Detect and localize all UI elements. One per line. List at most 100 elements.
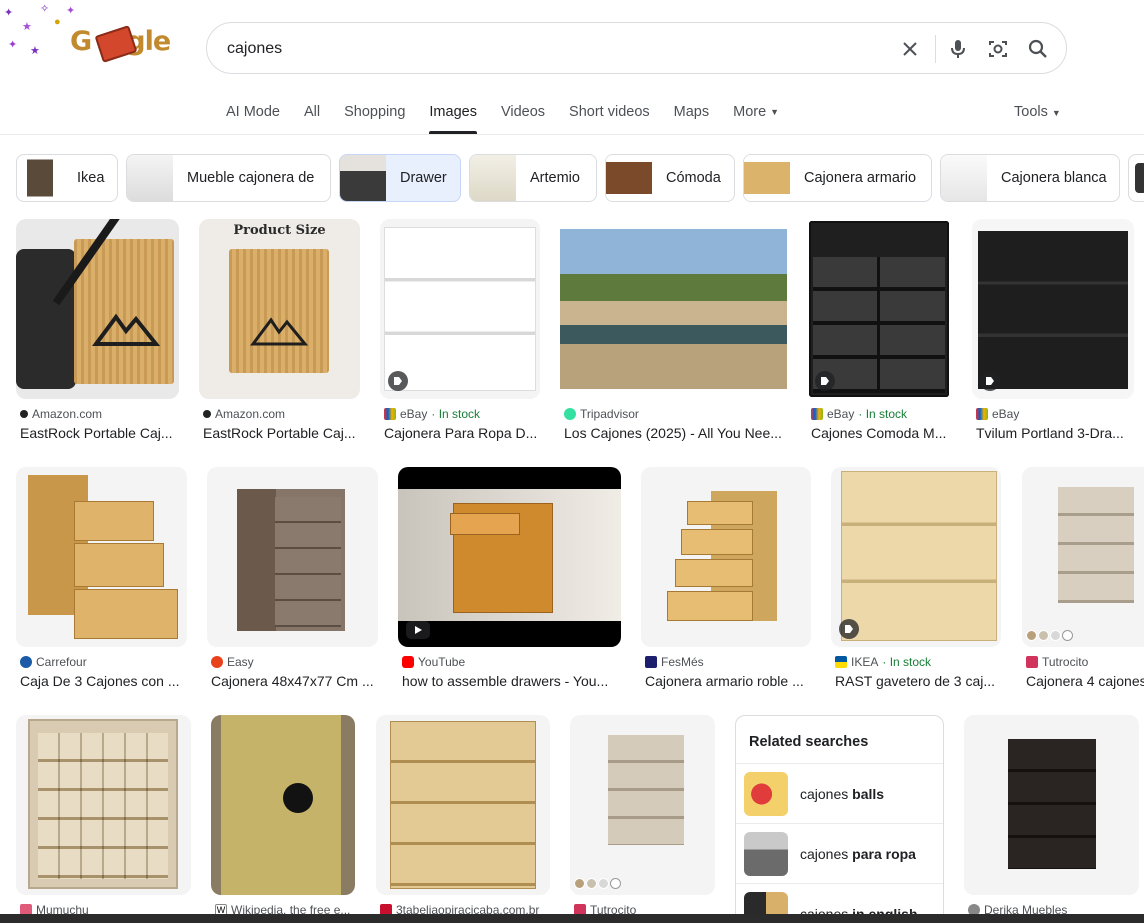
tab-all[interactable]: All <box>304 100 320 134</box>
chip-thumbnail <box>744 155 790 201</box>
swatch <box>1038 630 1049 641</box>
result-source[interactable]: eBay · In stock <box>811 407 907 421</box>
result-image[interactable]: Product Size <box>199 219 360 399</box>
result-title[interactable]: Caja De 3 Cajones con ... <box>20 673 182 689</box>
search-input[interactable] <box>227 37 827 61</box>
google-doodle-logo[interactable]: ✦ ★ ✧ ✦ ● ★ ✦ Google <box>0 0 171 70</box>
result-image[interactable] <box>641 467 811 647</box>
cajonera-shape <box>608 735 684 845</box>
product-tag-icon <box>388 371 408 391</box>
product-tag-icon <box>839 619 859 639</box>
result-image[interactable] <box>831 467 1001 647</box>
result-image[interactable] <box>964 715 1139 895</box>
result-image[interactable] <box>211 715 355 895</box>
source-label: eBay <box>400 407 428 421</box>
rast-dresser-shape <box>841 471 997 641</box>
result-source[interactable]: Amazon.com <box>20 407 102 421</box>
result-image[interactable] <box>207 467 378 647</box>
result-title[interactable]: Cajonera armario roble ... <box>645 673 811 689</box>
tab-ai-mode[interactable]: AI Mode <box>226 100 280 134</box>
related-search-item[interactable]: cajones para ropa <box>736 824 943 884</box>
source-label: Easy <box>227 655 254 669</box>
refinement-chips: Ikea Mueble cajonera de Drawer Artemio C… <box>16 154 1144 202</box>
source-label: eBay <box>827 407 855 421</box>
microphone-icon[interactable] <box>945 36 971 62</box>
drawer-shape <box>74 543 164 587</box>
chip-ikea[interactable]: Ikea <box>16 154 118 202</box>
result-title[interactable]: RAST gavetero de 3 caj... <box>835 673 999 689</box>
stock-status: · In stock <box>882 655 932 669</box>
result-title[interactable]: Tvilum Portland 3-Dra... <box>976 425 1136 441</box>
result-title[interactable]: Cajonera 4 cajones <box>1026 673 1144 689</box>
result-image[interactable] <box>560 219 787 399</box>
drawers-shape <box>275 497 341 627</box>
result-image[interactable] <box>398 467 621 647</box>
related-searches-header: Related searches <box>736 716 943 764</box>
chip-thumbnail <box>127 155 173 201</box>
drawer-shape <box>74 589 178 639</box>
result-image[interactable] <box>807 219 951 399</box>
result-title[interactable]: Cajonera Para Ropa D... <box>384 425 544 441</box>
result-source[interactable]: Tutrocito <box>1026 655 1088 669</box>
tab-shopping[interactable]: Shopping <box>344 100 405 134</box>
related-search-item[interactable]: cajones balls <box>736 764 943 824</box>
chip-label: Mueble cajonera de <box>187 170 315 186</box>
tab-more[interactable]: More ▼ <box>733 100 779 134</box>
chip-label: Drawer <box>400 170 447 186</box>
result-source[interactable]: eBay · In stock <box>384 407 480 421</box>
lens-camera-icon[interactable] <box>985 36 1011 62</box>
result-image[interactable] <box>16 467 187 647</box>
chip-comoda[interactable]: Cómoda <box>605 154 735 202</box>
tab-maps[interactable]: Maps <box>674 100 709 134</box>
source-label: Amazon.com <box>215 407 286 421</box>
result-source[interactable]: YouTube <box>402 655 465 669</box>
dresser-shape <box>384 227 536 391</box>
tools-button[interactable]: Tools ▼ <box>1014 104 1061 120</box>
result-title[interactable]: how to assemble drawers - You... <box>402 673 620 689</box>
result-image[interactable] <box>16 715 191 895</box>
related-bold: para ropa <box>852 845 916 862</box>
search-icon[interactable] <box>1025 36 1051 62</box>
stock-status: · In stock <box>431 407 481 421</box>
result-image[interactable] <box>570 715 715 895</box>
chip-artemio[interactable]: Artemio <box>469 154 597 202</box>
result-image[interactable] <box>376 715 550 895</box>
result-source[interactable]: Carrefour <box>20 655 87 669</box>
result-image[interactable] <box>972 219 1134 399</box>
result-image[interactable] <box>1022 467 1144 647</box>
related-bold: balls <box>852 785 885 802</box>
chip-cajonera-blanca[interactable]: Cajonera blanca <box>940 154 1120 202</box>
result-source[interactable]: eBay <box>976 407 1019 421</box>
tab-images[interactable]: Images <box>429 100 477 134</box>
tutrocito-favicon-icon <box>1026 656 1038 668</box>
swatch-more <box>610 878 621 889</box>
related-search-text: cajones balls <box>800 786 884 802</box>
result-title[interactable]: EastRock Portable Caj... <box>203 425 363 441</box>
chip-mueble-cajonera[interactable]: Mueble cajonera de <box>126 154 331 202</box>
chip-drawer[interactable]: Drawer <box>339 154 461 202</box>
tab-videos[interactable]: Videos <box>501 100 545 134</box>
result-source[interactable]: Amazon.com <box>203 407 285 421</box>
related-searches-panel: Related searches cajones balls cajones p… <box>735 715 944 923</box>
cajonera-shape <box>1058 487 1134 603</box>
taskbar-strip <box>0 914 1144 923</box>
result-title[interactable]: Los Cajones (2025) - All You Nee... <box>564 425 788 441</box>
result-title[interactable]: Cajonera 48x47x77 Cm ... <box>211 673 377 689</box>
result-source[interactable]: Tripadvisor <box>564 407 639 421</box>
chip-cajonera-armario[interactable]: Cajonera armario <box>743 154 932 202</box>
clear-icon[interactable] <box>897 36 923 62</box>
youtube-favicon-icon <box>402 656 414 668</box>
source-label: FesMés <box>661 655 704 669</box>
result-source[interactable]: IKEA · In stock <box>835 655 931 669</box>
result-title[interactable]: EastRock Portable Caj... <box>20 425 180 441</box>
result-source[interactable]: Easy <box>211 655 254 669</box>
result-image[interactable] <box>380 219 540 399</box>
result-source[interactable]: FesMés <box>645 655 704 669</box>
chip-partial[interactable] <box>1128 154 1144 202</box>
result-title[interactable]: Cajones Comoda M... <box>811 425 953 441</box>
drawer-divider <box>877 257 880 393</box>
tab-short-videos[interactable]: Short videos <box>569 100 650 134</box>
result-image[interactable] <box>16 219 179 399</box>
open-drawer-shape <box>450 513 520 535</box>
dark-dresser-shape <box>1008 739 1096 869</box>
